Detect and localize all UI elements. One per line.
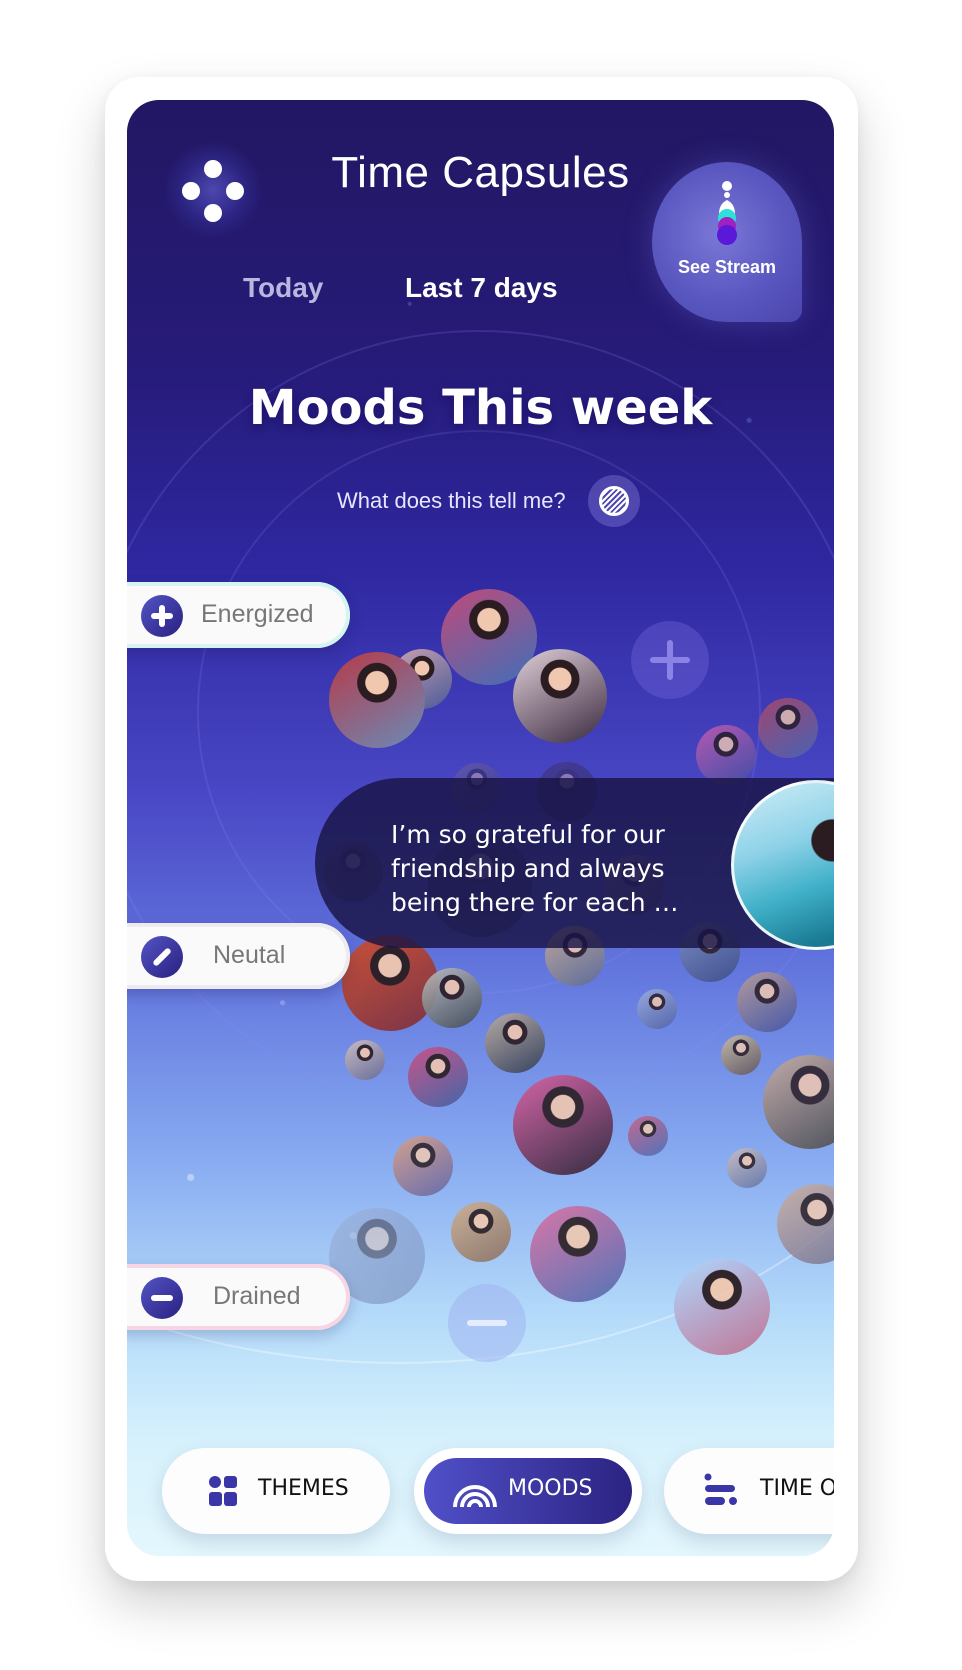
- tab-label: Last 7 days: [405, 272, 558, 303]
- entry-preview-text: I’m so grateful for our friendship and a…: [391, 820, 679, 917]
- mood-level-label: Neutal: [213, 941, 286, 969]
- mood-entry-photo[interactable]: [737, 972, 797, 1032]
- see-stream-label: See Stream: [677, 257, 777, 277]
- mood-entry-photo[interactable]: [342, 935, 438, 1031]
- mood-entry-photo[interactable]: [513, 649, 607, 743]
- tab-today[interactable]: Today: [243, 272, 323, 304]
- minus-icon: [141, 1277, 183, 1319]
- mood-entry-photo[interactable]: [513, 1075, 613, 1175]
- nav-label: MOODS: [508, 1476, 593, 1501]
- nav-moods[interactable]: MOODS: [414, 1448, 642, 1534]
- nav-label: TIME O: [760, 1476, 834, 1501]
- timeline-icon: [704, 1473, 737, 1505]
- mood-entry-photo[interactable]: [408, 1047, 468, 1107]
- ghost-plus-marker: [631, 621, 709, 699]
- mood-entry-photo[interactable]: [637, 989, 677, 1029]
- plus-icon: [141, 595, 183, 637]
- mood-entry-photo[interactable]: [530, 1206, 626, 1302]
- rainbow-icon: [453, 1485, 497, 1508]
- mood-level-label: Drained: [213, 1282, 301, 1310]
- mood-entry-photo[interactable]: [485, 1013, 545, 1073]
- tab-last-7-days[interactable]: Last 7 days: [405, 272, 558, 304]
- stream-stack-icon: [717, 181, 737, 245]
- see-stream-button[interactable]: See Stream: [652, 162, 802, 322]
- help-link[interactable]: What does this tell me?: [337, 488, 566, 514]
- mood-entry-photo[interactable]: [674, 1259, 770, 1355]
- ghost-minus-marker: [448, 1284, 526, 1362]
- mood-level-energized[interactable]: Energized: [127, 582, 350, 648]
- mood-entry-photo[interactable]: [329, 652, 425, 748]
- grid-icon: [209, 1476, 237, 1506]
- mood-entry-photo[interactable]: [721, 1035, 761, 1075]
- mood-entry-photo[interactable]: [422, 968, 482, 1028]
- nav-label: THEMES: [258, 1476, 349, 1501]
- info-striped-icon[interactable]: [588, 475, 640, 527]
- mood-level-drained[interactable]: Drained: [127, 1264, 350, 1330]
- mood-entry-photo[interactable]: [758, 698, 818, 758]
- mood-level-label: Energized: [201, 600, 314, 628]
- mood-entry-photo[interactable]: [345, 1040, 385, 1080]
- app-screen: Time Capsules Today Last 7 days See Stre…: [127, 100, 834, 1556]
- mood-entry-photo[interactable]: [727, 1148, 767, 1188]
- mood-level-neutral[interactable]: Neutal: [127, 923, 350, 989]
- nav-timeline[interactable]: TIME O: [664, 1448, 834, 1534]
- mood-entry-photo[interactable]: [451, 1202, 511, 1262]
- nav-themes[interactable]: THEMES: [162, 1448, 390, 1534]
- slash-icon: [141, 936, 183, 978]
- mood-entry-photo[interactable]: [696, 725, 756, 785]
- mood-entry-photo[interactable]: [628, 1116, 668, 1156]
- page-heading: Moods This week: [248, 380, 713, 436]
- mood-entry-photo[interactable]: [393, 1136, 453, 1196]
